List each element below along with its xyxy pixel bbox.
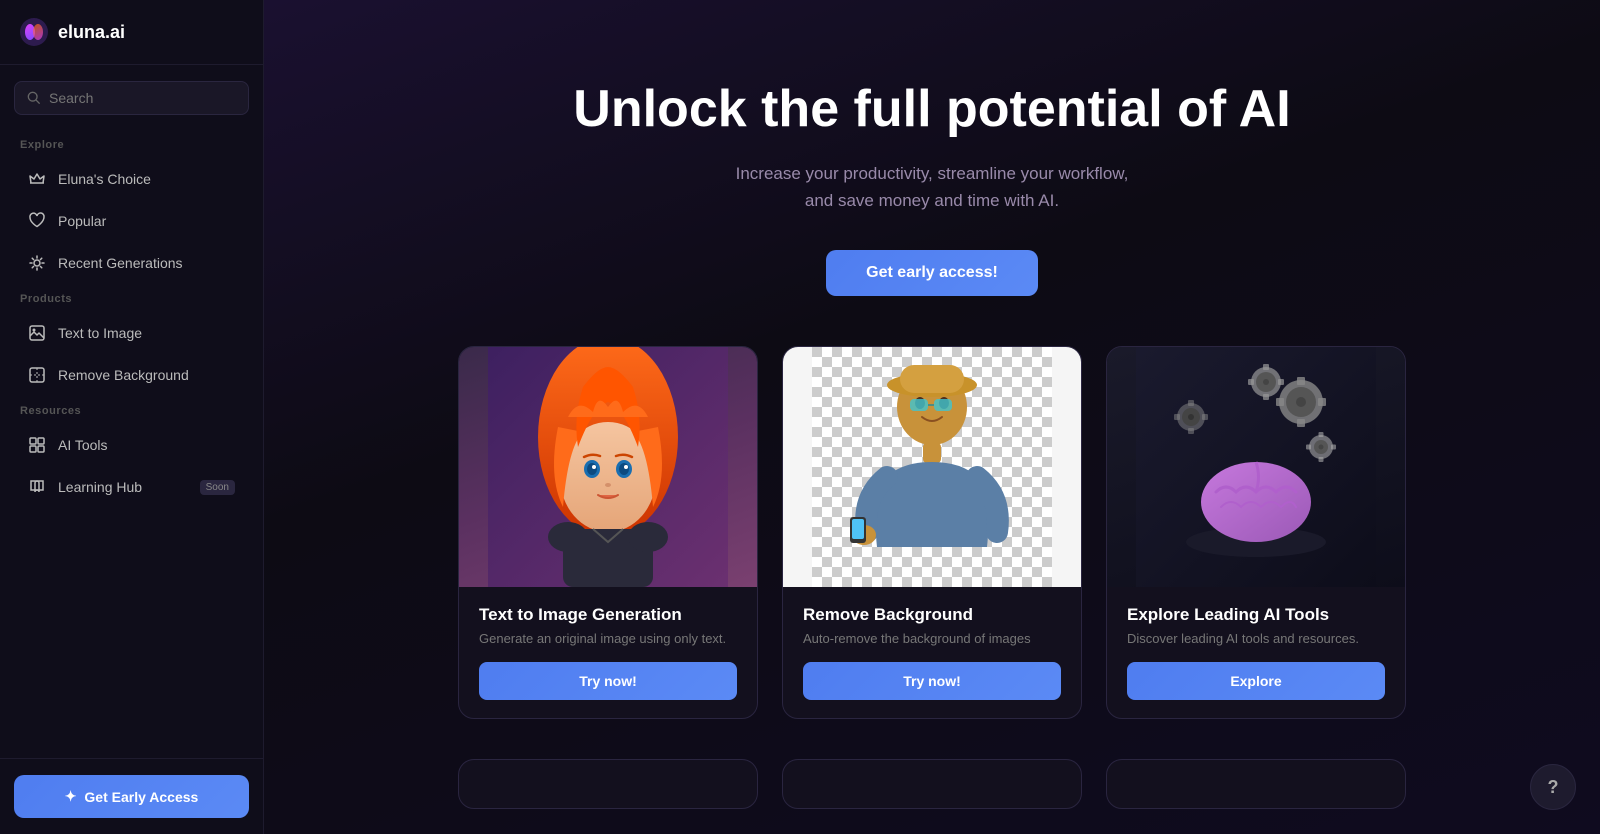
crown-icon [28, 170, 46, 188]
card-title-tti: Text to Image Generation [479, 605, 737, 625]
sidebar-item-recent-generations[interactable]: Recent Generations [8, 243, 255, 283]
card-btn-rb[interactable]: Try now! [803, 662, 1061, 700]
sidebar-item-remove-background[interactable]: Remove Background [8, 355, 255, 395]
explore-section: Explore Eluna's Choice Popular [0, 131, 263, 285]
card-image-rb [783, 347, 1081, 587]
elunas-choice-label: Eluna's Choice [58, 171, 151, 187]
book-icon [28, 478, 46, 496]
card-btn-tti[interactable]: Try now! [479, 662, 737, 700]
app-name: eluna.ai [58, 22, 125, 43]
learning-hub-badge: Soon [200, 480, 235, 495]
resources-label: Resources [0, 397, 263, 423]
search-bar[interactable] [14, 81, 249, 115]
card-title-ai: Explore Leading AI Tools [1127, 605, 1385, 625]
hero-title: Unlock the full potential of AI [304, 80, 1560, 140]
help-icon: ? [1548, 777, 1559, 798]
tti-illustration [488, 347, 728, 587]
cta-icon: ✦ [65, 788, 77, 805]
card-text-to-image: Text to Image Generation Generate an ori… [458, 346, 758, 719]
card-desc-rb: Auto-remove the background of images [803, 631, 1061, 646]
hero-section: Unlock the full potential of AI Increase… [264, 0, 1600, 346]
products-section: Products Text to Image Remove Background [0, 285, 263, 397]
card-btn-ai[interactable]: Explore [1127, 662, 1385, 700]
hero-cta-button[interactable]: Get early access! [826, 250, 1038, 296]
cta-label: Get Early Access [84, 789, 198, 805]
sidebar-item-text-to-image[interactable]: Text to Image [8, 313, 255, 353]
recent-generations-label: Recent Generations [58, 255, 183, 271]
sparkles-icon [28, 254, 46, 272]
sidebar-bottom: ✦ Get Early Access [0, 758, 263, 834]
image-icon [28, 324, 46, 342]
scissors-icon [28, 366, 46, 384]
logo-icon [20, 18, 48, 46]
explore-label: Explore [0, 131, 263, 157]
hero-subtitle: Increase your productivity, streamline y… [304, 160, 1560, 214]
card-partial-1 [458, 759, 758, 809]
logo-area: eluna.ai [0, 0, 263, 65]
card-desc-ai: Discover leading AI tools and resources. [1127, 631, 1385, 646]
popular-label: Popular [58, 213, 106, 229]
ai-tools-label: AI Tools [58, 437, 108, 453]
remove-background-label: Remove Background [58, 367, 189, 383]
card-desc-tti: Generate an original image using only te… [479, 631, 737, 646]
search-input[interactable] [49, 90, 236, 106]
ai-illustration [1136, 347, 1376, 587]
heart-icon [28, 212, 46, 230]
products-label: Products [0, 285, 263, 311]
card-partial-3 [1106, 759, 1406, 809]
hero-subtitle-line2: and save money and time with AI. [805, 191, 1059, 210]
sidebar-item-elunas-choice[interactable]: Eluna's Choice [8, 159, 255, 199]
card-image-ai [1107, 347, 1405, 587]
card-partial-2 [782, 759, 1082, 809]
cards-grid-2 [264, 759, 1600, 834]
search-icon [27, 91, 41, 105]
main-content: Unlock the full potential of AI Increase… [264, 0, 1600, 834]
resources-section: Resources AI Tools Learning Hub Soo [0, 397, 263, 509]
card-body-ai: Explore Leading AI Tools Discover leadin… [1107, 587, 1405, 718]
get-early-access-button[interactable]: ✦ Get Early Access [14, 775, 249, 818]
card-image-tti [459, 347, 757, 587]
sidebar-item-ai-tools[interactable]: AI Tools [8, 425, 255, 465]
card-body-rb: Remove Background Auto-remove the backgr… [783, 587, 1081, 718]
grid-icon [28, 436, 46, 454]
help-button[interactable]: ? [1530, 764, 1576, 810]
card-ai-tools: Explore Leading AI Tools Discover leadin… [1106, 346, 1406, 719]
card-body-tti: Text to Image Generation Generate an ori… [459, 587, 757, 718]
sidebar: eluna.ai Explore Eluna's Choice Popula [0, 0, 264, 834]
card-title-rb: Remove Background [803, 605, 1061, 625]
sidebar-item-popular[interactable]: Popular [8, 201, 255, 241]
learning-hub-label: Learning Hub [58, 479, 142, 495]
sidebar-item-learning-hub[interactable]: Learning Hub Soon [8, 467, 255, 507]
hero-subtitle-line1: Increase your productivity, streamline y… [736, 164, 1129, 183]
cards-grid: Text to Image Generation Generate an ori… [264, 346, 1600, 759]
text-to-image-label: Text to Image [58, 325, 142, 341]
card-remove-background: Remove Background Auto-remove the backgr… [782, 346, 1082, 719]
rb-illustration [812, 347, 1052, 587]
